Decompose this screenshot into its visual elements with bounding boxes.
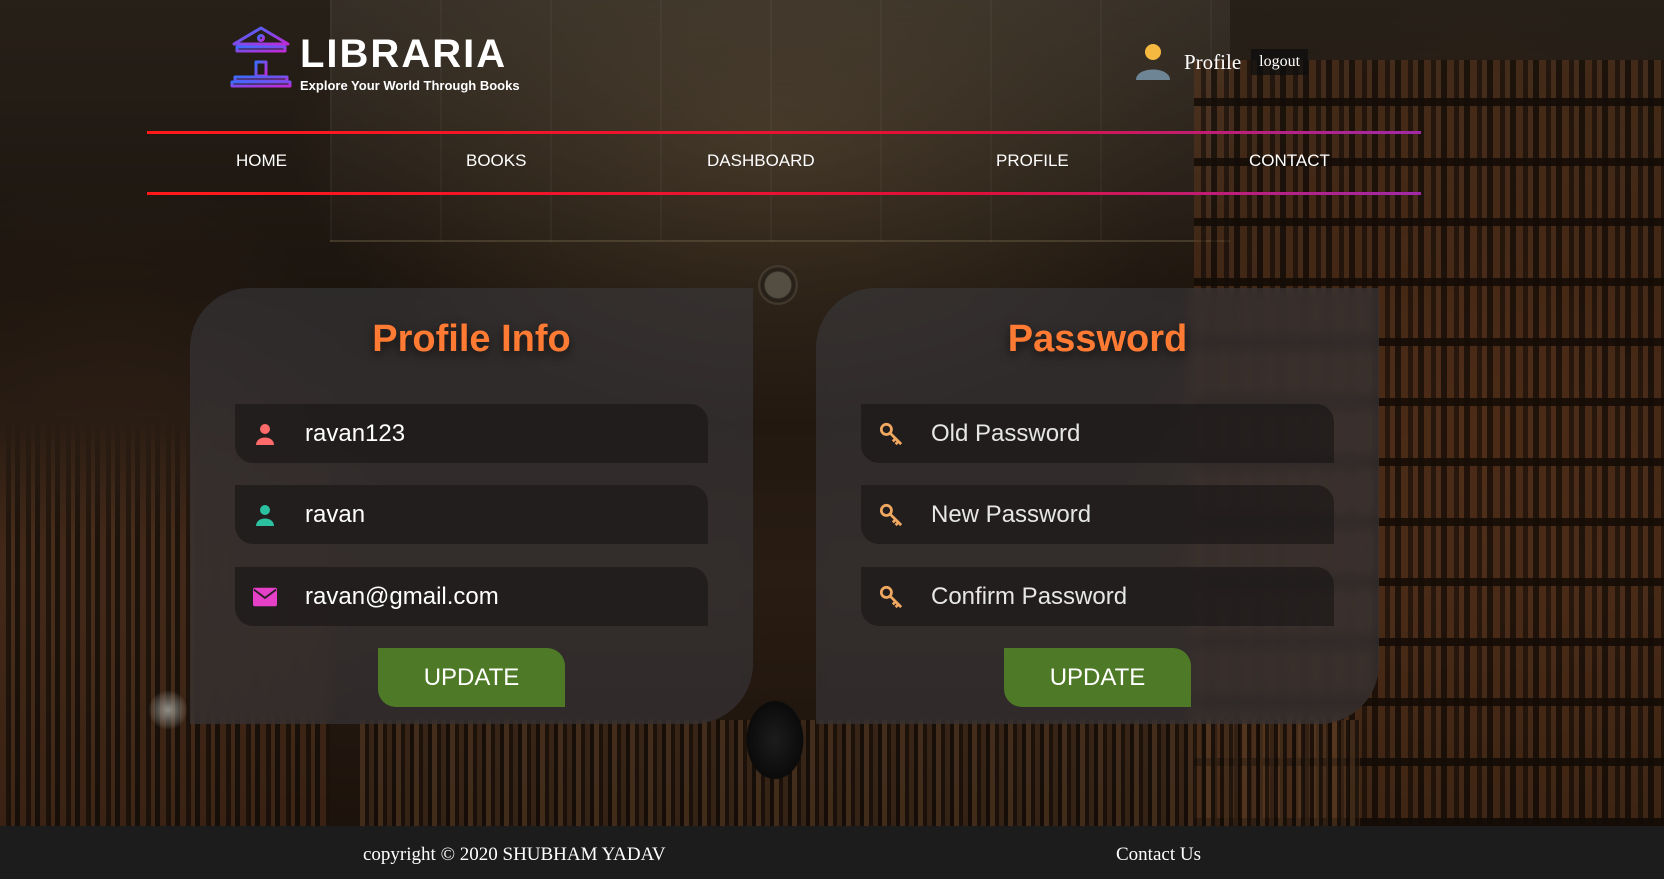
nav-item-profile[interactable]: PROFILE <box>996 151 1069 171</box>
username-value: ravan123 <box>305 419 406 447</box>
brand-title: LIBRARIA <box>300 32 508 76</box>
nav-item-books[interactable]: BOOKS <box>466 151 526 171</box>
update-password-button[interactable]: UPDATE <box>1004 648 1191 707</box>
profile-link[interactable]: Profile <box>1184 50 1241 75</box>
update-profile-button[interactable]: UPDATE <box>378 648 565 707</box>
name-field[interactable]: ravan <box>235 485 708 544</box>
confirm-password-field[interactable]: Confirm Password <box>861 567 1334 626</box>
nav-bottom-border <box>147 192 1421 195</box>
user-icon <box>253 503 277 527</box>
profile-info-card: Profile Info ravan123 ravan ravan@gmail.… <box>190 288 753 724</box>
envelope-icon <box>253 585 277 609</box>
old-password-field[interactable]: Old Password <box>861 404 1334 463</box>
email-field[interactable]: ravan@gmail.com <box>235 567 708 626</box>
copyright-text: copyright © 2020 SHUBHAM YADAV <box>363 844 666 865</box>
password-title: Password <box>1007 318 1188 360</box>
key-icon <box>879 585 903 609</box>
logout-button[interactable]: logout <box>1251 49 1309 75</box>
main-nav: HOME BOOKS DASHBOARD PROFILE CONTACT <box>147 134 1421 194</box>
user-profile-area: Profile logout <box>1134 42 1309 82</box>
password-card: Password Old Password New Password Confi… <box>816 288 1379 724</box>
site-header: LIBRARIA Explore Your World Through Book… <box>0 0 1664 120</box>
site-footer: copyright © 2020 SHUBHAM YADAV Contact U… <box>0 826 1664 879</box>
confirm-password-placeholder: Confirm Password <box>931 582 1128 610</box>
new-password-placeholder: New Password <box>931 500 1092 528</box>
old-password-placeholder: Old Password <box>931 419 1081 447</box>
brand-logo[interactable]: LIBRARIA Explore Your World Through Book… <box>230 24 520 93</box>
user-icon <box>253 422 277 446</box>
user-avatar-icon[interactable] <box>1134 42 1172 82</box>
key-icon <box>879 422 903 446</box>
nav-item-contact[interactable]: CONTACT <box>1249 151 1330 171</box>
brand-tagline: Explore Your World Through Books <box>300 78 520 93</box>
key-icon <box>879 503 903 527</box>
profile-info-title: Profile Info <box>372 318 571 360</box>
new-password-field[interactable]: New Password <box>861 485 1334 544</box>
name-value: ravan <box>305 500 366 528</box>
nav-item-home[interactable]: HOME <box>236 151 287 171</box>
library-building-icon <box>230 26 292 88</box>
contact-us-link[interactable]: Contact Us <box>1116 844 1201 866</box>
email-value: ravan@gmail.com <box>305 582 499 610</box>
username-field[interactable]: ravan123 <box>235 404 708 463</box>
nav-item-dashboard[interactable]: DASHBOARD <box>707 151 815 171</box>
